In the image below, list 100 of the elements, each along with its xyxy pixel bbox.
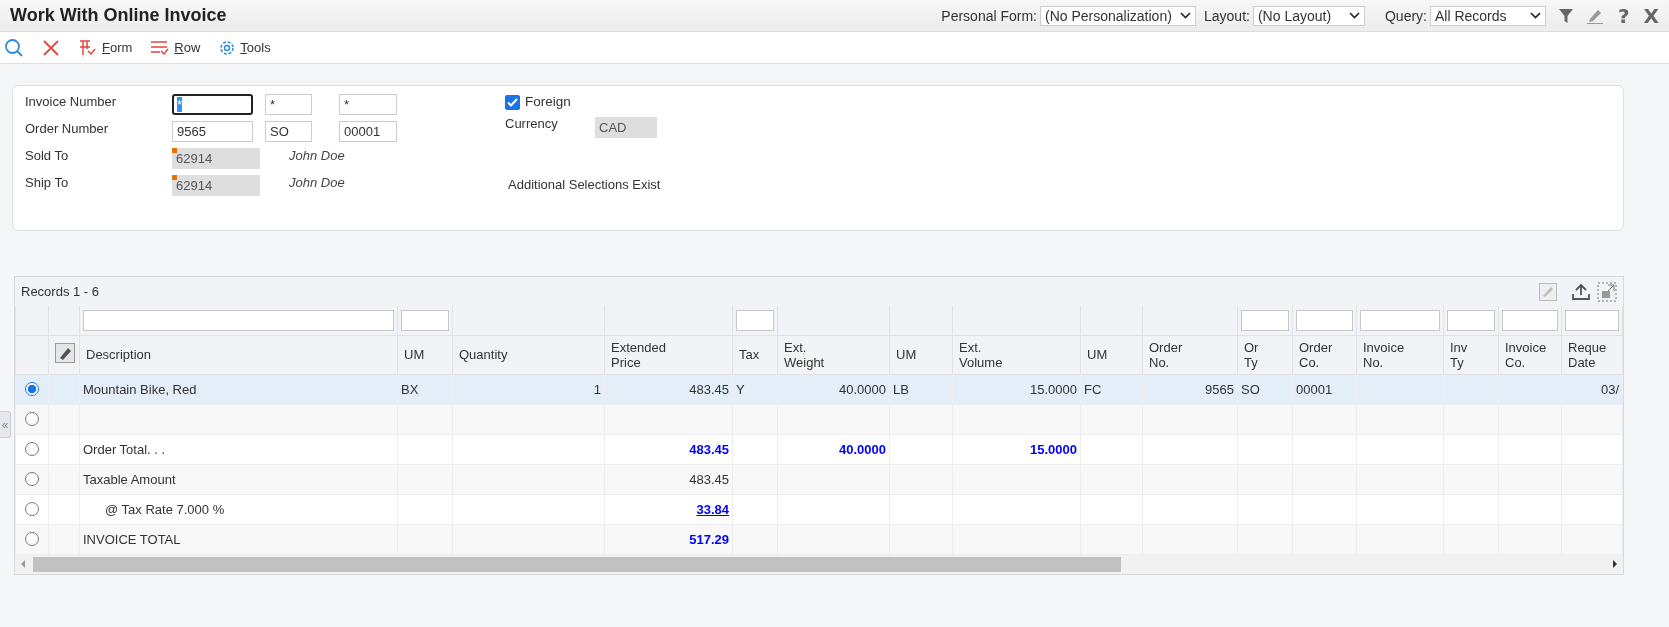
table-cell-text: INVOICE TOTAL — [83, 531, 182, 547]
table-cell-text: @ Tax Rate 7.000 % — [104, 501, 226, 517]
edit-icon[interactable] — [55, 343, 75, 363]
caret-icon — [1529, 12, 1541, 19]
field-label: Sold To — [25, 148, 70, 165]
table-cell-text: SO — [1241, 381, 1261, 397]
pen-icon[interactable] — [1585, 7, 1604, 24]
table-cell-text: 40.0000 — [838, 441, 886, 457]
marker-icon — [172, 148, 177, 153]
column-header[interactable]: Quantity — [452, 335, 605, 374]
column-header[interactable]: UM — [397, 335, 453, 374]
column-header[interactable]: Description — [79, 335, 398, 374]
row-radio[interactable] — [25, 442, 39, 456]
table-cell-text: FC — [1084, 381, 1103, 397]
filter-field[interactable] — [1241, 309, 1289, 331]
table-cell-text: 483.45 — [688, 441, 729, 457]
row-radio[interactable] — [25, 412, 39, 426]
field-label: Order Number — [25, 121, 110, 138]
table-cell-text: 40.0000 — [838, 381, 886, 397]
column-header[interactable]: Tax — [732, 335, 778, 374]
column-header[interactable]: Order No. — [1142, 335, 1238, 374]
table-cell-text: 03/ — [1599, 381, 1619, 397]
dropdown[interactable]: All Records — [1429, 5, 1546, 26]
fullscreen-icon[interactable] — [1597, 281, 1617, 302]
table-cell-text: LB — [893, 381, 910, 397]
readonly-field: 62914 — [172, 175, 260, 196]
readonly-field: 62914 — [172, 148, 260, 169]
form-menu-icon — [78, 38, 98, 57]
export-icon[interactable] — [1571, 282, 1591, 301]
menu-button[interactable]: Tools — [218, 38, 271, 57]
table-cell-text: Taxable Amount — [83, 471, 177, 487]
row-radio[interactable] — [25, 472, 39, 486]
column-header[interactable]: Order Co. — [1292, 335, 1357, 374]
gear-icon — [218, 38, 237, 57]
customer-name: John Doe — [288, 175, 346, 192]
scrollbar-thumb[interactable] — [33, 556, 1121, 572]
caret-icon — [1348, 12, 1360, 19]
caret-icon — [1180, 12, 1191, 19]
field-label: Currency — [505, 116, 559, 133]
input-field[interactable]: 9565 — [172, 121, 253, 142]
table-cell-text: 483.45 — [688, 471, 729, 487]
filter-field[interactable] — [1447, 309, 1495, 331]
filter-icon[interactable] — [1557, 7, 1574, 24]
table-cell-text: 1 — [592, 381, 601, 397]
table-cell-text: 00001 — [1296, 381, 1334, 397]
filter-field[interactable] — [1565, 309, 1619, 331]
search-button[interactable] — [4, 37, 24, 58]
field-label: Invoice Number — [25, 94, 118, 111]
column-header[interactable]: UM — [1080, 335, 1143, 374]
help-button[interactable]: ? — [1617, 3, 1630, 28]
selection-note: Additional Selections Exist — [508, 177, 661, 192]
filter-field[interactable] — [401, 309, 449, 331]
table-cell-text: 9565 — [1204, 381, 1234, 397]
row-radio[interactable] — [25, 382, 39, 396]
input-field[interactable]: 00001 — [339, 121, 397, 142]
menu-button[interactable]: Form — [78, 38, 133, 57]
field-label: Layout: — [1204, 7, 1250, 24]
filter-field[interactable] — [1296, 309, 1353, 331]
table-cell-text: 517.29 — [688, 531, 729, 547]
close-button[interactable]: X — [1643, 3, 1659, 28]
column-header[interactable]: Ext. Weight — [777, 335, 890, 374]
column-header[interactable]: Reque Date — [1561, 335, 1623, 374]
scroll-left-icon[interactable] — [19, 559, 27, 569]
input-field[interactable]: SO — [265, 121, 312, 142]
column-header[interactable]: Invoice Co. — [1498, 335, 1562, 374]
column-header[interactable]: Inv Ty — [1443, 335, 1499, 374]
readonly-field: CAD — [595, 116, 657, 138]
filter-field[interactable] — [736, 309, 774, 331]
field-label: Ship To — [25, 175, 70, 192]
table-cell-text: Order Total. . . — [83, 441, 167, 457]
table-cell-text: BX — [401, 381, 420, 397]
row-radio[interactable] — [25, 532, 39, 546]
scroll-right-icon[interactable] — [1611, 559, 1619, 569]
customer-name: John Doe — [288, 148, 346, 165]
row-radio[interactable] — [25, 502, 39, 516]
field-label: Personal Form: — [941, 7, 1037, 24]
table-cell-text: 483.45 — [688, 381, 729, 397]
column-header[interactable]: Invoice No. — [1356, 335, 1444, 374]
field-label: Query: — [1384, 7, 1427, 24]
checkbox[interactable] — [505, 94, 520, 110]
row-menu-icon — [150, 38, 171, 57]
table-cell-text: Mountain Bike, Red — [83, 381, 198, 397]
column-header[interactable]: UM — [889, 335, 953, 374]
table-cell-text: 15.0000 — [1029, 441, 1077, 457]
filter-field[interactable] — [83, 309, 394, 331]
checkbox-label: Foreign — [525, 94, 571, 110]
filter-field[interactable] — [1360, 309, 1440, 331]
input-field[interactable]: * — [339, 94, 397, 115]
dropdown[interactable]: (No Personalization) — [1040, 5, 1196, 26]
marker-icon — [172, 175, 177, 180]
table-cell-text: 15.0000 — [1029, 381, 1077, 397]
column-header[interactable]: Extended Price — [604, 335, 733, 374]
dropdown[interactable]: (No Layout) — [1252, 5, 1365, 26]
filter-field[interactable] — [1502, 309, 1558, 331]
cancel-button[interactable] — [42, 38, 60, 57]
column-header[interactable]: Or Ty — [1237, 335, 1293, 374]
window-title: Work With Online Invoice — [10, 5, 227, 26]
input-field[interactable]: * — [265, 94, 312, 115]
menu-button[interactable]: Row — [150, 38, 201, 57]
column-header[interactable]: Ext. Volume — [952, 335, 1081, 374]
